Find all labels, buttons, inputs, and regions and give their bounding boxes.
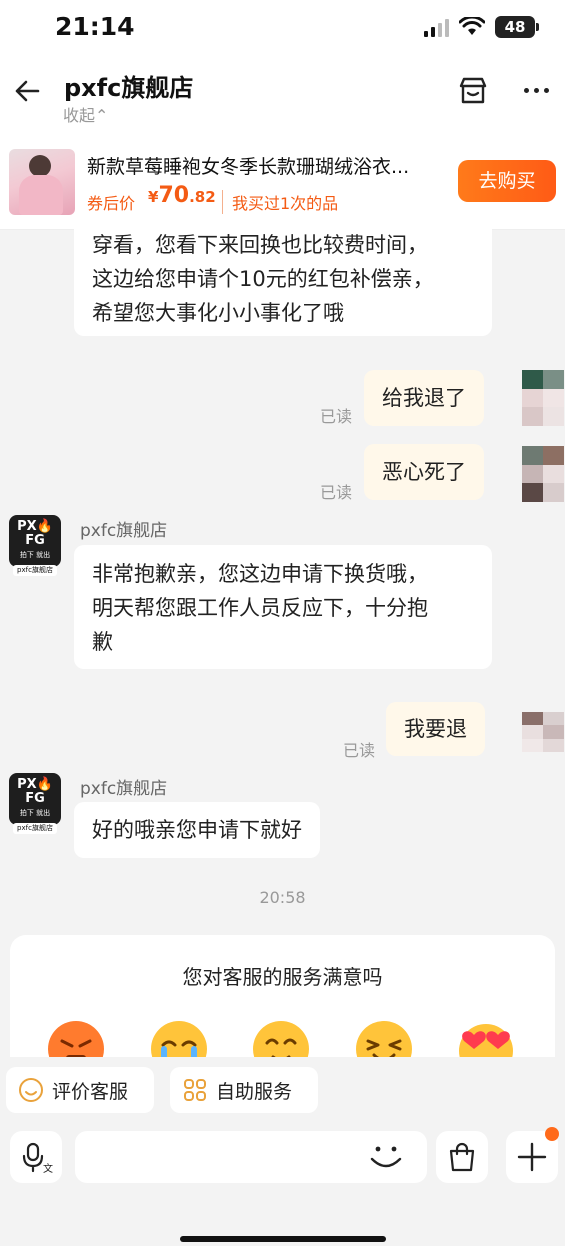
product-thumbnail[interactable] [9,149,75,215]
smiley-icon [19,1078,43,1102]
collapse-toggle[interactable]: 收起⌃ [63,102,108,126]
sender-name: pxfc旗舰店 [80,779,168,799]
input-bar: 文 [0,1125,565,1246]
rate-service-label: 评价客服 [52,1080,129,1103]
message-line: 歉 [92,630,113,654]
shop-avatar[interactable]: PX🔥FG 拍下 就出 pxfc旗舰店 [9,515,61,576]
status-time: 21:14 [55,12,135,41]
user-avatar[interactable] [522,370,564,426]
read-receipt: 已读 [343,741,376,760]
happy-face-icon[interactable] [354,1019,414,1057]
store-icon[interactable] [456,74,490,108]
message-line: 穿看，您看下来回换也比较费时间， [92,233,428,257]
self-service-label: 自助服务 [216,1080,293,1103]
rate-service-button[interactable]: 评价客服 [6,1067,154,1113]
purchase-history-text: 我买过1次的品 [222,190,338,214]
my-message-bubble: 我要退 [386,702,485,756]
message-line: 明天帮您跟工作人员反应下，十分抱 [92,596,428,620]
shop-message-bubble: 穿看，您看下来回换也比较费时间， 这边给您申请个10元的红包补偿亲， 希望您大事… [74,222,492,336]
survey-title: 您对客服的服务满意吗 [182,965,383,989]
satisfaction-survey-card: 您对客服的服务满意吗 [10,935,555,1057]
voice-input-button[interactable]: 文 [10,1131,62,1183]
crying-face-icon[interactable] [149,1019,209,1057]
read-receipt: 已读 [320,483,353,502]
self-service-button[interactable]: 自助服务 [170,1067,318,1113]
heart-eyes-face-icon[interactable] [456,1019,516,1057]
shop-message-bubble: 好的哦亲您申请下就好 [74,802,320,858]
neutral-face-icon[interactable] [251,1019,311,1057]
buy-button[interactable]: 去购买 [458,160,556,202]
angry-face-icon[interactable] [46,1019,106,1057]
price-label: 券后价 [87,194,136,213]
microphone-icon: 文 [22,1142,53,1174]
quick-actions-bar: 评价客服 自助服务 [0,1057,565,1125]
sender-name: pxfc旗舰店 [80,521,168,541]
shop-title[interactable]: pxfc旗舰店 [64,68,193,103]
shop-avatar[interactable]: PX🔥FG 拍下 就出 pxfc旗舰店 [9,773,61,834]
message-line: 这边给您申请个10元的红包补偿亲， [92,267,434,291]
status-icons: 48 [424,16,539,38]
emoji-icon[interactable] [366,1141,406,1175]
signal-icon [424,17,449,37]
shopping-bag-icon [449,1142,475,1172]
message-line: 希望您大事化小小事化了哦 [92,301,344,325]
product-card[interactable]: 新款草莓睡袍女冬季长款珊瑚绒浴衣... 券后价 ¥70.82 我买过1次的品 去… [0,138,565,230]
svg-text:文: 文 [43,1162,53,1174]
back-arrow-icon[interactable] [12,76,42,106]
product-name: 新款草莓睡袍女冬季长款珊瑚绒浴衣... [87,156,410,178]
grid-icon [184,1079,206,1101]
shop-message-bubble: 非常抱歉亲，您这边申请下换货哦， 明天帮您跟工作人员反应下，十分抱 歉 [74,545,492,669]
message-timestamp: 20:58 [259,888,306,907]
home-indicator [180,1236,386,1242]
status-bar: 21:14 48 [0,0,565,60]
user-avatar[interactable] [522,446,564,502]
my-message-bubble: 给我退了 [364,370,484,426]
my-message-bubble: 恶心死了 [364,444,484,500]
plus-icon [517,1142,547,1172]
user-avatar[interactable] [522,712,564,752]
chat-header: pxfc旗舰店 收起⌃ [0,60,565,138]
message-line: 非常抱歉亲，您这边申请下换货哦， [92,562,428,586]
shopping-bag-button[interactable] [436,1131,488,1183]
notification-dot [545,1127,559,1141]
more-options-icon[interactable] [524,88,549,93]
battery-icon: 48 [495,16,539,38]
wifi-icon [459,17,485,35]
read-receipt: 已读 [320,407,353,426]
product-price: ¥70.82 [148,183,216,208]
